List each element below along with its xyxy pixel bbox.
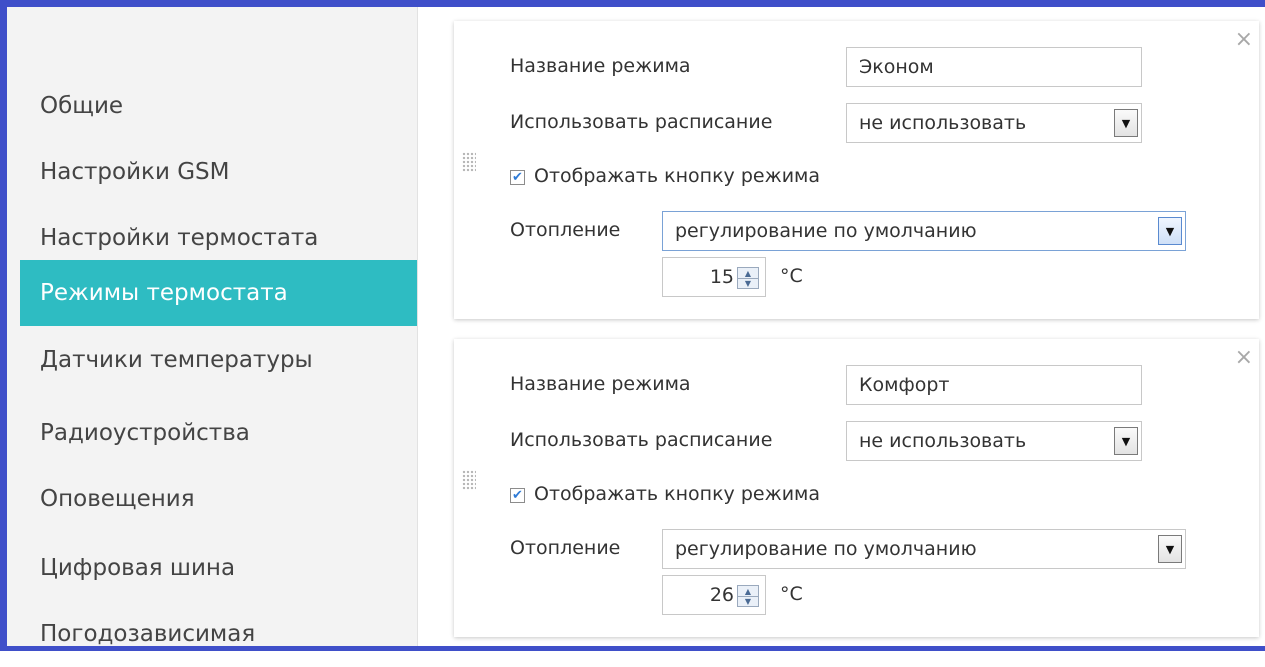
heating-select-value: регулирование по умолчанию bbox=[675, 538, 977, 560]
sidebar-item-general[interactable]: Общие bbox=[20, 73, 417, 139]
show-mode-button-checkbox[interactable]: ✔ bbox=[510, 170, 525, 185]
stepper-buttons: ▲ ▼ bbox=[737, 585, 759, 607]
mode-name-label: Название режима bbox=[510, 373, 691, 395]
heating-label: Отопление bbox=[510, 537, 621, 559]
sidebar-item-thermostat-modes[interactable]: Режимы термостата bbox=[20, 260, 417, 326]
mode-name-input[interactable]: Эконом bbox=[846, 47, 1142, 87]
schedule-select[interactable]: не использовать ▼ bbox=[846, 421, 1142, 461]
chevron-down-icon[interactable]: ▼ bbox=[1114, 427, 1138, 455]
close-icon[interactable]: × bbox=[1235, 347, 1253, 369]
show-mode-button-label: Отображать кнопку режима bbox=[534, 483, 821, 505]
heating-label: Отопление bbox=[510, 219, 621, 241]
drag-handle-icon[interactable] bbox=[462, 152, 476, 172]
window-frame-top bbox=[0, 0, 1265, 7]
sidebar-item-digital-bus[interactable]: Цифровая шина bbox=[20, 535, 417, 601]
temperature-value: 15 bbox=[709, 266, 734, 288]
mode-card: × Название режима Комфорт Использовать р… bbox=[454, 339, 1259, 637]
settings-sidebar: Общие Настройки GSM Настройки термостата… bbox=[7, 7, 418, 647]
temperature-unit: °C bbox=[780, 583, 803, 605]
spin-down-icon[interactable]: ▼ bbox=[738, 278, 758, 288]
spin-down-icon[interactable]: ▼ bbox=[738, 596, 758, 606]
chevron-down-icon[interactable]: ▼ bbox=[1158, 217, 1182, 245]
mode-name-label: Название режима bbox=[510, 55, 691, 77]
mode-card: × Название режима Эконом Использовать ра… bbox=[454, 21, 1259, 319]
show-mode-button-label: Отображать кнопку режима bbox=[534, 165, 821, 187]
heating-select[interactable]: регулирование по умолчанию ▼ bbox=[662, 529, 1186, 569]
sidebar-item-temperature-sensors[interactable]: Датчики температуры bbox=[20, 327, 417, 393]
sidebar-item-weather-dependent[interactable]: Погодозависимая bbox=[20, 601, 417, 667]
temperature-stepper[interactable]: 26 ▲ ▼ bbox=[662, 575, 766, 615]
modes-content: × Название режима Эконом Использовать ра… bbox=[418, 7, 1265, 646]
mode-name-input[interactable]: Комфорт bbox=[846, 365, 1142, 405]
schedule-select[interactable]: не использовать ▼ bbox=[846, 103, 1142, 143]
schedule-label: Использовать расписание bbox=[510, 429, 773, 451]
show-mode-button-checkbox[interactable]: ✔ bbox=[510, 488, 525, 503]
drag-handle-icon[interactable] bbox=[462, 470, 476, 490]
temperature-value: 26 bbox=[709, 584, 734, 606]
schedule-select-value: не использовать bbox=[859, 112, 1027, 134]
window-frame-left bbox=[0, 0, 7, 651]
close-icon[interactable]: × bbox=[1235, 29, 1253, 51]
chevron-down-icon[interactable]: ▼ bbox=[1158, 535, 1182, 563]
stepper-buttons: ▲ ▼ bbox=[737, 267, 759, 289]
chevron-down-icon[interactable]: ▼ bbox=[1114, 109, 1138, 137]
temperature-unit: °C bbox=[780, 265, 803, 287]
sidebar-item-notifications[interactable]: Оповещения bbox=[20, 466, 417, 532]
schedule-label: Использовать расписание bbox=[510, 111, 773, 133]
heating-select-value: регулирование по умолчанию bbox=[675, 220, 977, 242]
sidebar-item-gsm-settings[interactable]: Настройки GSM bbox=[20, 139, 417, 205]
heating-select[interactable]: регулирование по умолчанию ▼ bbox=[662, 211, 1186, 251]
sidebar-item-radio-devices[interactable]: Радиоустройства bbox=[20, 400, 417, 466]
temperature-stepper[interactable]: 15 ▲ ▼ bbox=[662, 257, 766, 297]
schedule-select-value: не использовать bbox=[859, 430, 1027, 452]
